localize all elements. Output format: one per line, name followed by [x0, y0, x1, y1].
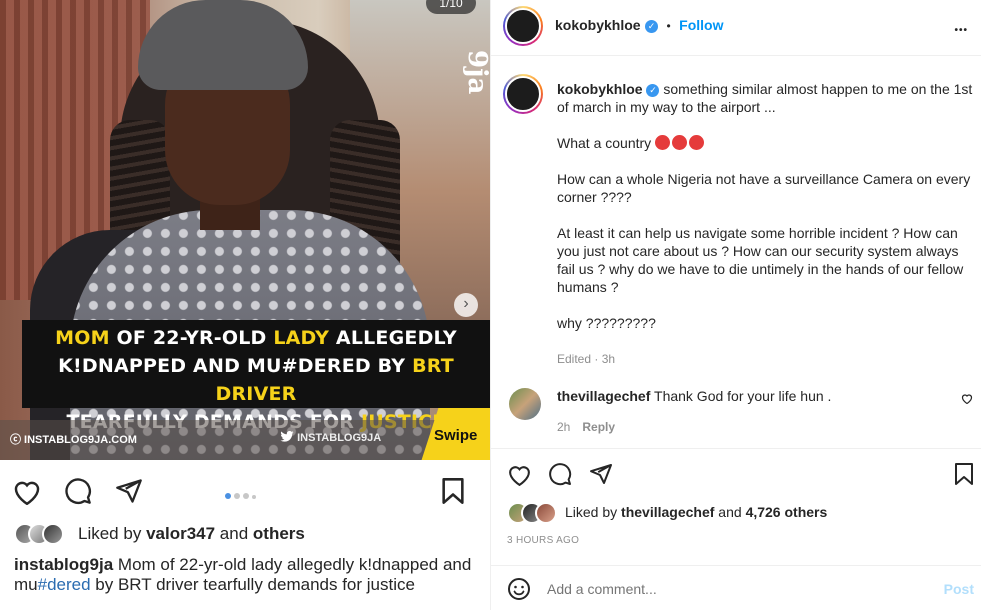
reply-button[interactable]: Reply — [582, 420, 615, 434]
comment-paragraph: why ????????? — [557, 315, 656, 331]
avatar — [535, 502, 557, 524]
comment-paragraph: kokobykhloe ✓ something similar almost h… — [557, 81, 973, 115]
comment-input[interactable] — [547, 581, 927, 597]
likes-user-link[interactable]: thevillagechef — [621, 504, 714, 520]
carousel-dot — [225, 493, 231, 499]
slide-counter: 1/10 — [426, 0, 476, 14]
woman-cap — [138, 0, 308, 90]
carousel-dot — [243, 493, 249, 499]
verified-badge-icon: ✓ — [646, 84, 660, 97]
header-user-row: kokobykhloe ✓ • Follow — [555, 17, 724, 33]
liked-by-user[interactable]: valor347 — [146, 524, 215, 543]
heart-icon[interactable] — [507, 463, 532, 486]
brand-twitter: INSTABLOG9JA — [280, 430, 381, 444]
emoji-icon[interactable] — [507, 577, 531, 601]
avatar — [42, 523, 64, 545]
verified-badge-icon: ✓ — [645, 20, 659, 33]
watermark-logo: 9ja — [462, 50, 490, 95]
caption-hashtag[interactable]: #dered — [38, 575, 91, 594]
header-username[interactable]: kokobykhloe — [555, 17, 641, 33]
avatar[interactable] — [503, 74, 543, 114]
next-slide-button[interactable]: › — [454, 293, 478, 317]
avatar[interactable] — [509, 388, 541, 420]
post-time: 3 HOURS AGO — [507, 535, 580, 546]
share-icon[interactable] — [589, 462, 613, 486]
post-actions — [491, 448, 981, 498]
add-comment-bar: Post — [491, 565, 981, 610]
comment-paragraph: How can a whole Nigeria not have a surve… — [557, 171, 971, 205]
comment-like-icon[interactable] — [961, 393, 973, 404]
more-icon: ••• — [954, 25, 968, 36]
embedded-caption: instablog9ja Mom of 22-yr-old lady alleg… — [14, 555, 472, 594]
carousel-dot — [234, 493, 240, 499]
comment-meta: Edited · 3h — [557, 352, 616, 366]
post-comment-button[interactable]: Post — [944, 581, 974, 597]
comment-paragraph: At least it can help us navigate some ho… — [557, 225, 964, 295]
carousel-dot — [252, 495, 256, 499]
headline-banner: MOM OF 22-YR-OLD LADY ALLEGEDLY K!DNAPPE… — [22, 320, 490, 433]
avatar[interactable] — [503, 6, 543, 46]
comment-paragraph: What a country — [557, 134, 977, 152]
comment-username[interactable]: kokobykhloe — [557, 81, 643, 97]
likes-count-link[interactable]: 4,726 others — [746, 504, 828, 520]
bookmark-icon[interactable] — [441, 477, 465, 505]
embedded-liked-by: Liked by valor347 and others — [78, 524, 305, 543]
brand-website: ⓒ INSTABLOG9JA.COM — [10, 434, 137, 446]
comment-icon[interactable] — [64, 477, 92, 505]
instagram-post-view: 9ja 1/10 › MOM OF 22-YR-OLD LADY ALLEGED… — [0, 0, 981, 610]
liked-others[interactable]: others — [253, 524, 305, 543]
bookmark-icon[interactable] — [954, 462, 974, 486]
angry-emoji-icon — [672, 135, 688, 150]
likes-summary: Liked by thevillagechef and 4,726 others — [565, 504, 828, 520]
liked-avatars — [14, 523, 74, 545]
caption-username[interactable]: instablog9ja — [14, 555, 113, 574]
angry-emoji-icon — [655, 135, 671, 150]
follow-button[interactable]: Follow — [679, 17, 723, 33]
twitter-icon — [280, 430, 294, 442]
reply-time: 2h — [557, 420, 571, 434]
media-column: 9ja 1/10 › MOM OF 22-YR-OLD LADY ALLEGED… — [0, 0, 490, 610]
headline-line-1: MOM OF 22-YR-OLD LADY ALLEGEDLY — [55, 327, 457, 349]
reply-comment: thevillagechef Thank God for your life h… — [557, 388, 832, 404]
headline-line-2: K!DNAPPED AND MU#DERED BY BRT DRIVER — [58, 355, 454, 405]
post-image[interactable]: 9ja 1/10 › MOM OF 22-YR-OLD LADY ALLEGED… — [0, 0, 490, 460]
carousel-dots — [225, 486, 259, 504]
heart-icon[interactable] — [12, 478, 42, 505]
swipe-label: Swipe — [434, 427, 478, 444]
comments-panel: kokobykhloe ✓ • Follow ••• kokobykhloe ✓… — [490, 0, 981, 610]
angry-emoji-icon — [689, 135, 705, 150]
comment-icon[interactable] — [548, 462, 572, 486]
more-options-button[interactable]: ••• — [954, 16, 968, 39]
caption-comment: kokobykhloe ✓ something similar almost h… — [557, 80, 977, 368]
reply-meta: 2h Reply — [557, 420, 615, 434]
post-header: kokobykhloe ✓ • Follow ••• — [491, 0, 981, 56]
share-icon[interactable] — [115, 477, 143, 505]
reply-username[interactable]: thevillagechef — [557, 388, 650, 404]
